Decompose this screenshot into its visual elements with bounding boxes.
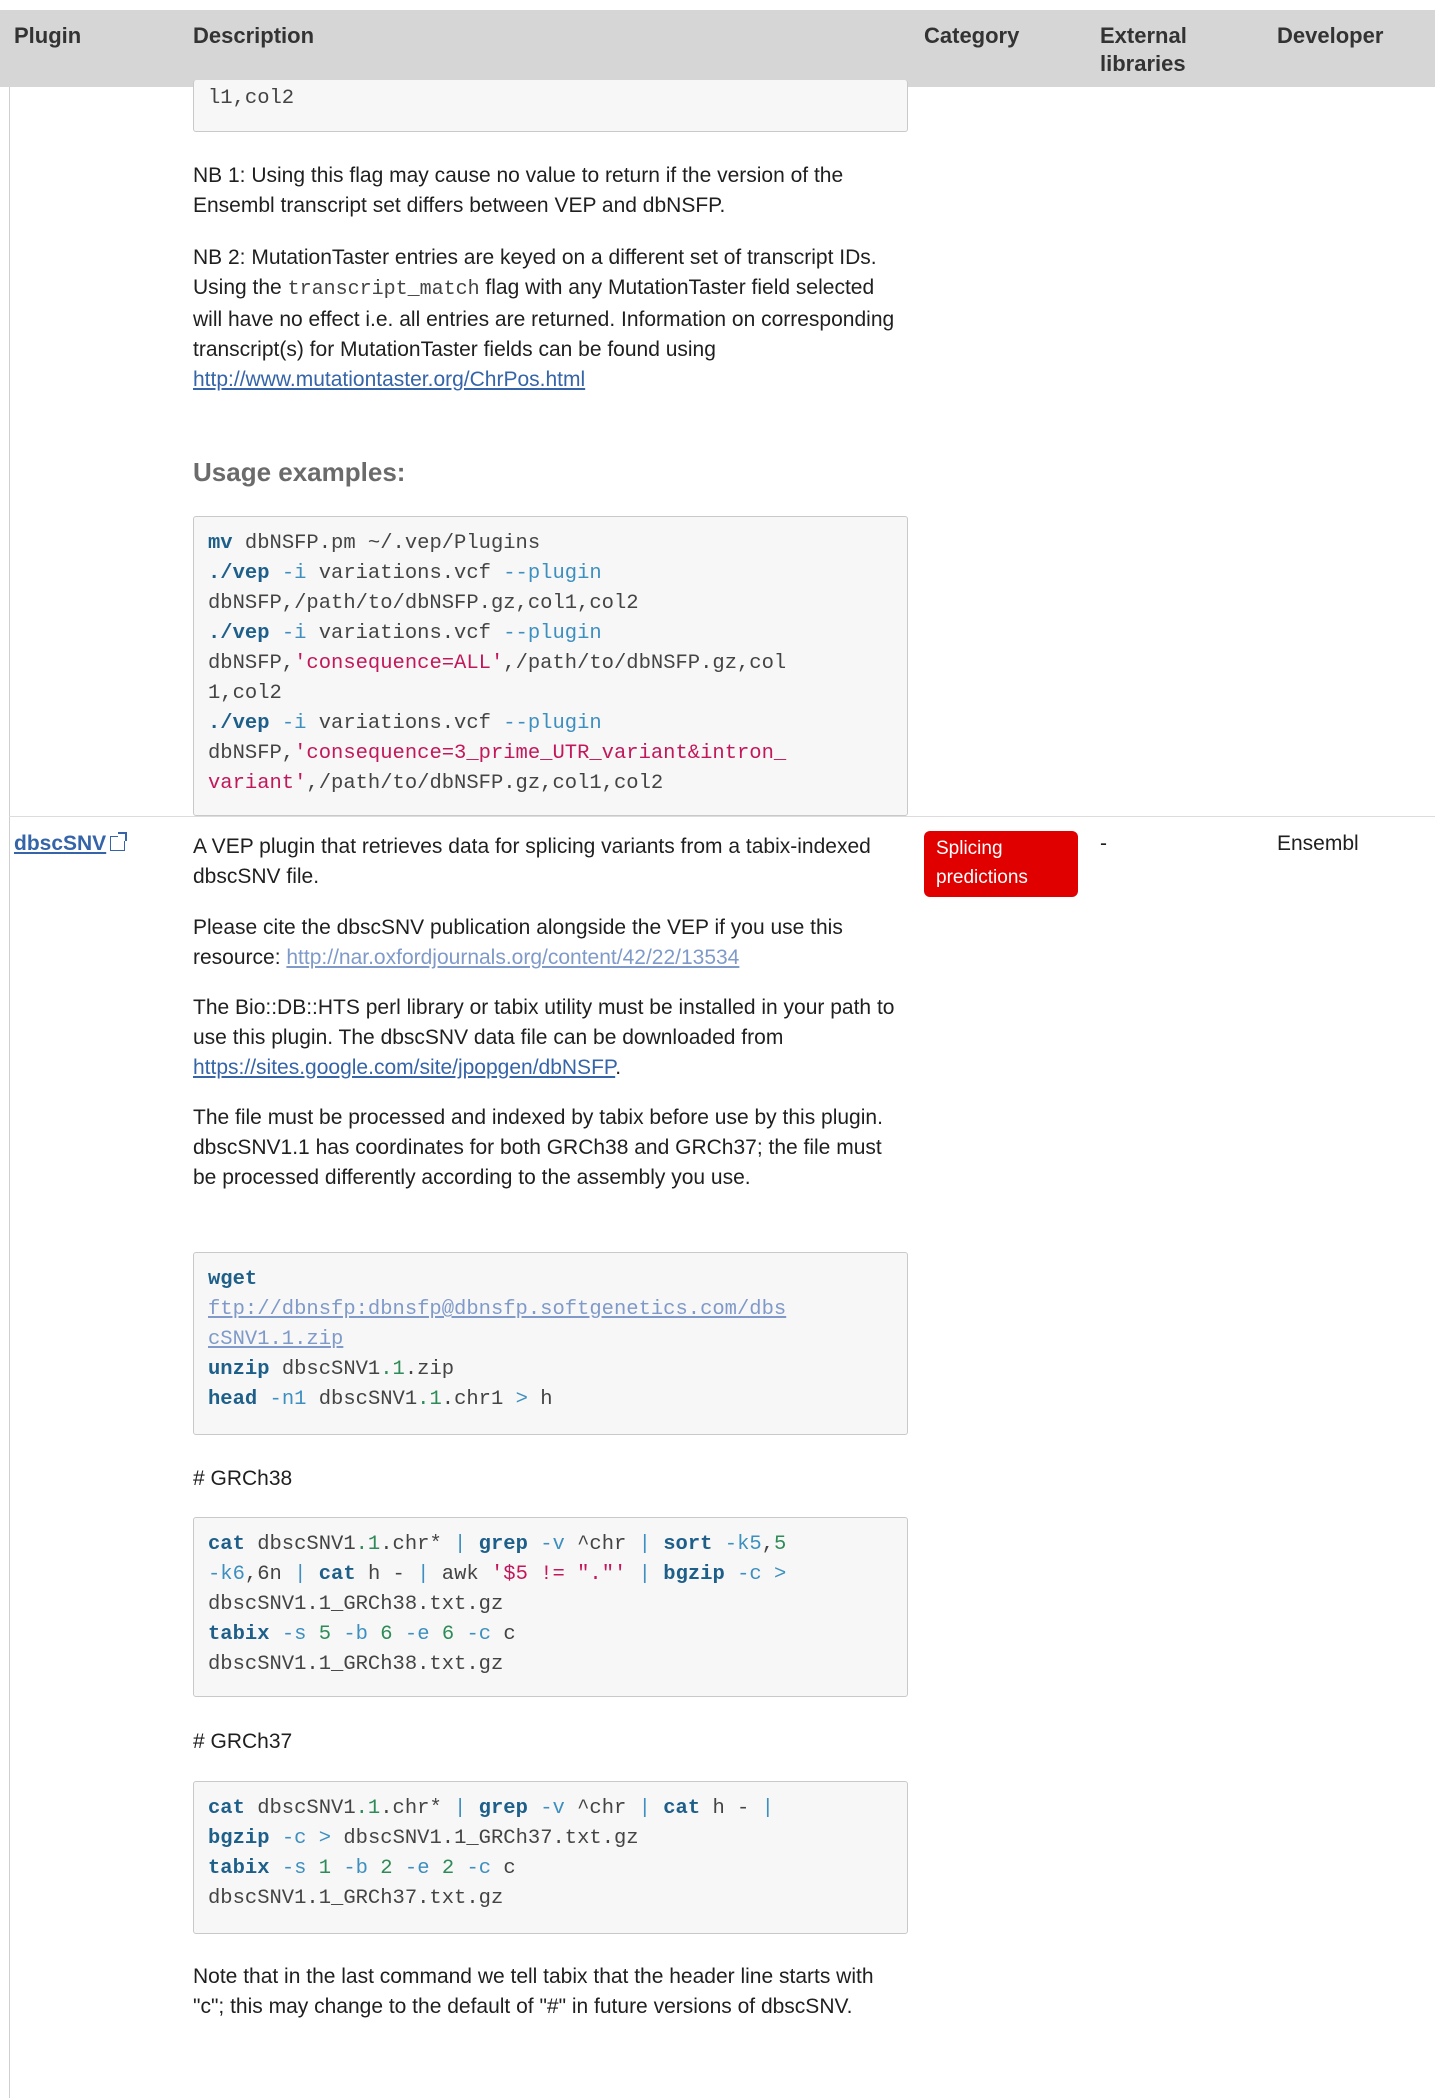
publication-link[interactable]: http://nar.oxfordjournals.org/content/42…	[286, 946, 739, 969]
dbscsnv-description: A VEP plugin that retrieves data for spl…	[193, 835, 871, 888]
nb1-paragraph: NB 1: Using this flag may cause no value…	[193, 164, 844, 217]
header-description: Description	[193, 23, 315, 48]
download-code-block[interactable]: wget ftp://dbnsfp:dbnsfp@dbnsfp.softgene…	[193, 1252, 908, 1435]
usage-code-block[interactable]: mv dbNSFP.pm ~/.vep/Plugins ./vep -i var…	[193, 516, 908, 816]
note-paragraph: Note that in the last command we tell ta…	[193, 1965, 874, 2018]
table-header: Plugin Description Category External lib…	[0, 10, 1435, 87]
library-paragraph: The Bio::DB::HTS perl library or tabix u…	[193, 996, 895, 1079]
grch38-label: # GRCh38	[193, 1467, 293, 1490]
table-left-border	[9, 87, 10, 2098]
header-external-libraries: External libraries	[1100, 23, 1187, 76]
external-libraries-value: -	[1100, 832, 1107, 855]
external-link-icon	[110, 832, 128, 851]
usage-heading: Usage examples:	[193, 457, 406, 487]
grch37-code-block[interactable]: cat dbscSNV1.1.chr* | grep -v ^chr | cat…	[193, 1781, 908, 1934]
nb2-paragraph: NB 2: MutationTaster entries are keyed o…	[193, 246, 895, 391]
grch38-code-block[interactable]: cat dbscSNV1.1.chr* | grep -v ^chr | sor…	[193, 1517, 908, 1697]
header-category: Category	[924, 23, 1020, 48]
processing-paragraph: The file must be processed and indexed b…	[193, 1106, 883, 1189]
plugin-dbscsnv-link[interactable]: dbscSNV	[14, 832, 128, 856]
row-divider	[9, 816, 1435, 817]
plugins-page: Plugin Description Category External lib…	[0, 0, 1435, 2098]
transcript-match-code: transcript_match	[287, 278, 480, 301]
header-plugin: Plugin	[14, 23, 82, 48]
header-developer: Developer	[1277, 23, 1384, 48]
grch37-label: # GRCh37	[193, 1730, 293, 1753]
code-block-tail[interactable]: l1,col2	[193, 80, 908, 132]
cite-paragraph: Please cite the dbscSNV publication alon…	[193, 916, 843, 969]
mutationtaster-link[interactable]: http://www.mutationtaster.org/ChrPos.htm…	[193, 368, 585, 391]
dbnsfp-download-link[interactable]: https://sites.google.com/site/jpopgen/db…	[193, 1056, 615, 1079]
category-badge-splicing: Splicing predictions	[924, 831, 1078, 897]
developer-value: Ensembl	[1277, 832, 1359, 855]
